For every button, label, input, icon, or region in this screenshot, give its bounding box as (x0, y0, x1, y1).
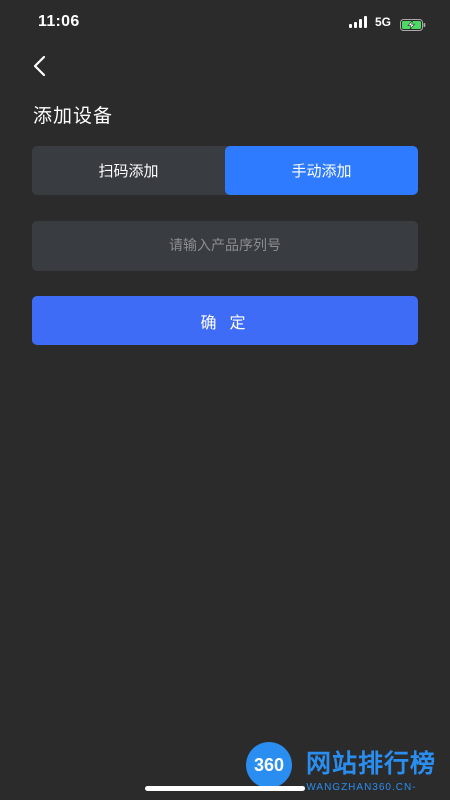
signal-icon (349, 16, 369, 28)
tab-scan-add[interactable]: 扫码添加 (32, 146, 225, 195)
confirm-button[interactable]: 确 定 (32, 296, 418, 345)
watermark-text: 网站排行榜 (306, 749, 437, 778)
chevron-left-icon (33, 55, 46, 77)
network-label: 5G (375, 15, 392, 29)
battery-charging-icon (400, 16, 426, 31)
watermark-360-badge: 360 (246, 742, 292, 788)
home-indicator[interactable] (145, 786, 305, 791)
back-button[interactable] (26, 50, 54, 82)
status-time: 11:06 (38, 13, 80, 30)
tab-manual-add[interactable]: 手动添加 (225, 146, 418, 195)
add-method-tabs: 扫码添加 手动添加 (32, 146, 418, 195)
watermark-subtext: -WANGZHAN360.CN- (302, 782, 417, 793)
status-bar: 11:06 5G (0, 0, 450, 44)
page-title: 添加设备 (33, 105, 114, 127)
serial-number-input[interactable] (32, 221, 418, 271)
